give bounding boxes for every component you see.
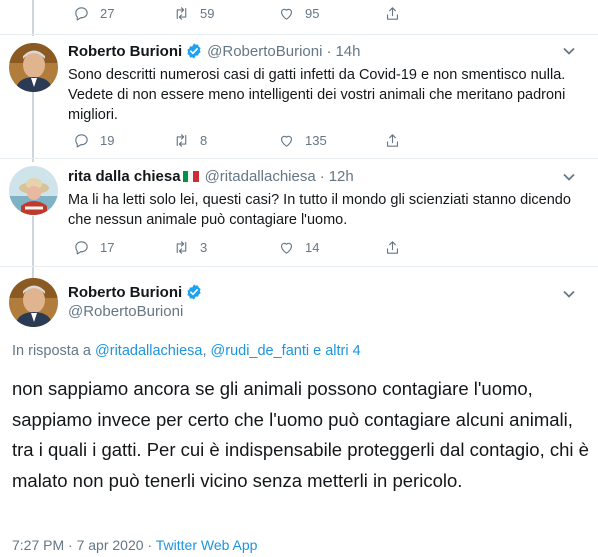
retweet-icon	[172, 131, 190, 149]
reply-button[interactable]: 19	[72, 131, 172, 149]
tweet-actions: 17 3 14	[72, 238, 411, 256]
reply-button[interactable]: 17	[72, 238, 172, 256]
thread-line	[32, 216, 34, 278]
like-icon	[277, 131, 295, 149]
divider	[0, 34, 598, 35]
separator: ·	[326, 42, 332, 60]
source-link[interactable]: Twitter Web App	[156, 537, 258, 553]
retweet-button[interactable]: 59	[172, 4, 277, 22]
retweet-icon	[172, 4, 190, 22]
tweet-text: Ma li ha letti solo lei, questi casi? In…	[68, 192, 571, 228]
chevron-down-icon	[563, 173, 575, 181]
share-button[interactable]	[383, 238, 411, 256]
mention-link[interactable]: @ritadallachiesa	[95, 343, 202, 359]
divider	[0, 158, 598, 159]
retweet-button[interactable]: 3	[172, 238, 277, 256]
tweet-meta: 7:27 PM · 7 apr 2020 · Twitter Web App	[12, 537, 258, 553]
reply-icon	[72, 4, 90, 22]
tweet-header: Roberto Burioni @RobertoBurioni · 14h	[68, 42, 360, 60]
share-icon	[383, 238, 401, 256]
avatar[interactable]	[9, 166, 58, 215]
more-options-button[interactable]	[562, 44, 576, 58]
chevron-down-icon	[563, 47, 575, 55]
chevron-down-icon	[563, 290, 575, 298]
more-options-button[interactable]	[562, 287, 576, 301]
user-handle-row: @RobertoBurioni	[68, 303, 183, 320]
tweet-header: Roberto Burioni	[68, 283, 203, 301]
like-icon	[277, 238, 295, 256]
user-handle[interactable]: @RobertoBurioni	[207, 43, 322, 60]
user-handle[interactable]: @RobertoBurioni	[68, 303, 183, 320]
like-icon	[277, 4, 295, 22]
verified-icon	[185, 283, 203, 301]
like-button[interactable]: 14	[277, 238, 383, 256]
avatar[interactable]	[9, 43, 58, 92]
display-name[interactable]: rita dalla chiesa	[68, 168, 181, 185]
italian-flag-icon	[182, 171, 199, 182]
reply-context: In risposta a @ritadallachiesa, @rudi_de…	[12, 343, 361, 359]
tweet-header: rita dalla chiesa @ritadallachiesa · 12h	[68, 168, 354, 185]
tweet-text: Sono descritti numerosi casi di gatti in…	[68, 67, 566, 123]
retweet-button[interactable]: 8	[172, 131, 277, 149]
share-button[interactable]	[383, 131, 411, 149]
date[interactable]: 7 apr 2020	[77, 537, 144, 553]
display-name[interactable]: Roberto Burioni	[68, 284, 182, 301]
like-button[interactable]: 95	[277, 4, 383, 22]
tweet-actions: 19 8 135	[72, 131, 411, 149]
tweet-actions: 27 59 95	[72, 4, 411, 22]
timestamp[interactable]: 14h	[335, 43, 360, 60]
reply-button[interactable]: 27	[72, 4, 172, 22]
more-options-button[interactable]	[562, 170, 576, 184]
share-icon	[383, 4, 401, 22]
timestamp[interactable]: 12h	[329, 168, 354, 185]
share-button[interactable]	[383, 4, 411, 22]
divider	[0, 266, 598, 267]
separator: ·	[319, 168, 325, 185]
more-mentions-link[interactable]: e altri 4	[313, 343, 361, 359]
timestamp[interactable]: 7:27 PM	[12, 537, 64, 553]
thread-line	[32, 0, 34, 36]
reply-icon	[72, 131, 90, 149]
tweet-text: non sappiamo ancora se gli animali posso…	[12, 378, 589, 491]
retweet-icon	[172, 238, 190, 256]
thread-line	[32, 92, 34, 162]
like-button[interactable]: 135	[277, 131, 383, 149]
avatar[interactable]	[9, 278, 58, 327]
mention-link[interactable]: @rudi_de_fanti	[211, 343, 310, 359]
display-name[interactable]: Roberto Burioni	[68, 43, 182, 60]
share-icon	[383, 131, 401, 149]
user-handle[interactable]: @ritadallachiesa	[205, 168, 316, 185]
reply-icon	[72, 238, 90, 256]
verified-icon	[185, 42, 203, 60]
